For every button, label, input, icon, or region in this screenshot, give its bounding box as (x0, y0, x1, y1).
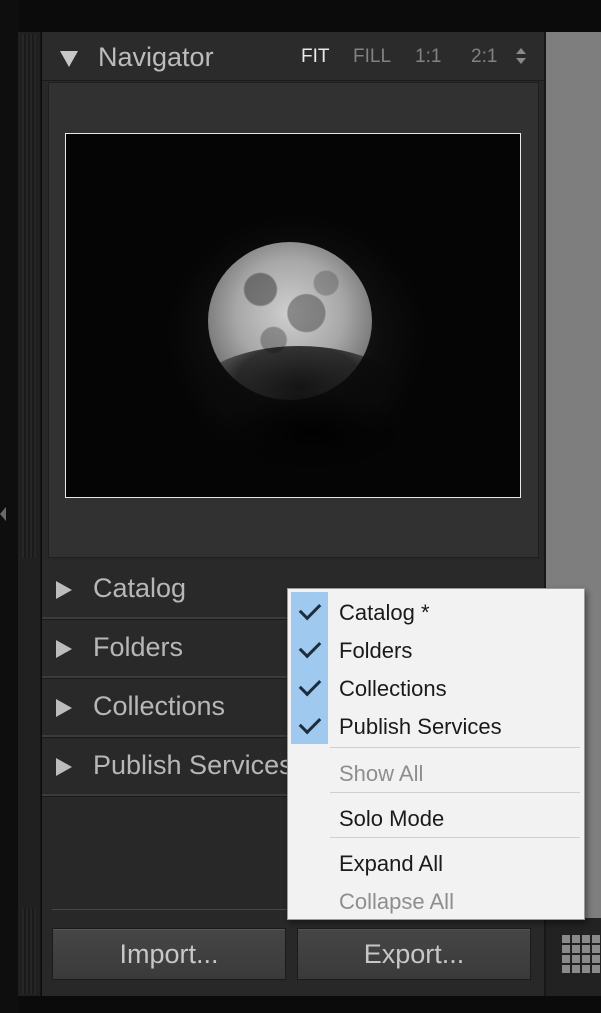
zoom-2-1[interactable]: 2:1 (471, 46, 497, 68)
menu-item-collections[interactable]: Collections (288, 668, 584, 706)
menu-item-catalog[interactable]: Catalog * (288, 592, 584, 630)
strip-texture-bottom (22, 908, 36, 994)
triangle-right-icon (56, 640, 72, 658)
navigator-header[interactable]: Navigator FIT FILL 1:1 2:1 (42, 32, 544, 81)
menu-label: Show All (339, 761, 424, 786)
menu-label: Collapse All (339, 889, 454, 914)
checkmark-icon (298, 673, 322, 697)
checkmark-icon (298, 711, 322, 735)
export-button[interactable]: Export... (297, 928, 531, 980)
section-label: Collections (93, 691, 226, 721)
checkmark-icon (298, 597, 322, 621)
navigator-title: Navigator (98, 42, 214, 72)
zoom-stepper-icon[interactable] (515, 48, 527, 68)
strip-texture (22, 34, 36, 558)
triangle-down-icon[interactable] (60, 51, 78, 67)
menu-separator (330, 837, 580, 838)
panel-context-menu: Catalog * Folders Collections Publish Se… (287, 588, 585, 920)
navigator-preview[interactable] (48, 82, 539, 558)
menu-label: Collections (339, 676, 447, 701)
check-highlight (291, 706, 328, 744)
checkmark-icon (298, 635, 322, 659)
menu-label: Expand All (339, 851, 443, 876)
menu-item-expand-all[interactable]: Expand All (288, 843, 584, 881)
cloud-shadow-lower (216, 392, 406, 472)
menu-label: Publish Services (339, 714, 502, 739)
check-highlight (291, 592, 328, 630)
section-label: Folders (93, 632, 184, 662)
menu-item-publish-services[interactable]: Publish Services (288, 706, 584, 744)
menu-separator (330, 747, 580, 748)
collapse-left-panel-icon[interactable] (0, 507, 6, 521)
panel-edge-strip[interactable] (18, 32, 41, 996)
triangle-right-icon (56, 758, 72, 776)
zoom-fit[interactable]: FIT (301, 46, 330, 68)
menu-item-folders[interactable]: Folders (288, 630, 584, 668)
import-button[interactable]: Import... (52, 928, 286, 980)
check-highlight (291, 668, 328, 706)
menu-label: Folders (339, 638, 413, 663)
grid-view-icon[interactable] (562, 935, 601, 973)
menu-separator (330, 792, 580, 793)
menu-item-solo-mode[interactable]: Solo Mode (288, 798, 584, 836)
section-label: Publish Services (93, 750, 293, 780)
preview-image[interactable] (65, 133, 521, 498)
zoom-fill[interactable]: FILL (353, 46, 391, 68)
section-label: Catalog (93, 573, 187, 603)
menu-item-show-all[interactable]: Show All (288, 753, 584, 791)
zoom-1-1[interactable]: 1:1 (415, 46, 441, 68)
menu-label: Catalog * (339, 600, 430, 625)
menu-label: Solo Mode (339, 806, 445, 831)
menu-item-collapse-all[interactable]: Collapse All (288, 881, 584, 919)
triangle-right-icon (56, 699, 72, 717)
check-highlight (291, 630, 328, 668)
triangle-right-icon (56, 581, 72, 599)
